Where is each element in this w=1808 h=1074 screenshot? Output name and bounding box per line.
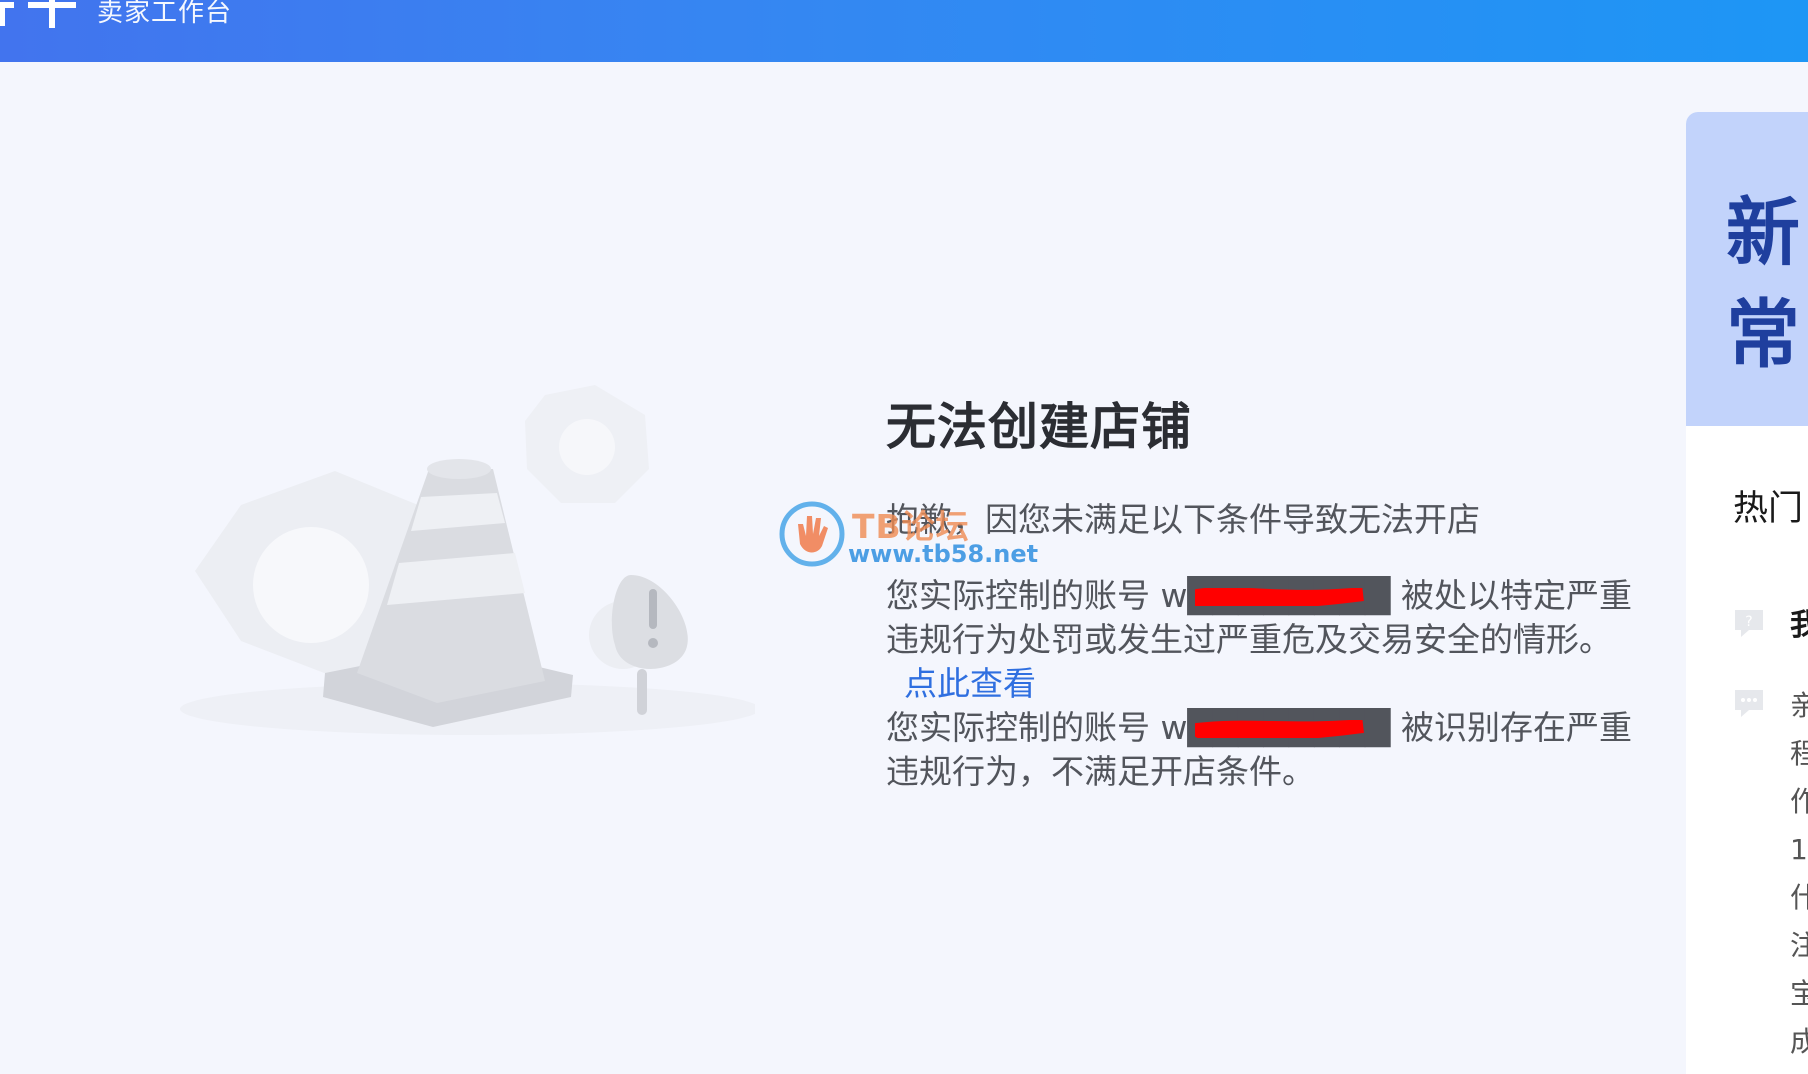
answer-line: 程 xyxy=(1790,737,1808,770)
hand-logo-icon xyxy=(779,501,845,567)
view-details-link[interactable]: 点此查看 xyxy=(904,664,1036,703)
create-shop-error: 无法创建店铺 抱歉，因您未满足以下条件导致无法开店 您实际控制的账号 w████… xyxy=(886,390,1646,794)
page-title: 无法创建店铺 xyxy=(886,398,1192,456)
right-side-panel: 新 常 热门 ? 我 亲 程 作 1 什 注 宝 成 xyxy=(1686,112,1808,1074)
redaction-scribble-icon xyxy=(1195,720,1365,738)
traffic-cone-illustration-icon xyxy=(180,385,755,735)
svg-text:?: ? xyxy=(1745,614,1752,630)
answer-line: 亲 xyxy=(1790,689,1808,722)
banner-line-2: 常 xyxy=(1726,292,1800,378)
reason-item-penalty: 您实际控制的账号 w████████ 被处以特定严重违规行为处罚或发生过严重危及… xyxy=(886,574,1646,706)
reason2-prefix: 您实际控制的账号 w xyxy=(886,708,1188,747)
chat-icon xyxy=(1735,690,1763,717)
workbench-title: 卖家工作台 xyxy=(97,0,233,28)
qianniu-logo-icon[interactable] xyxy=(0,0,80,28)
promo-banner[interactable]: 新 常 xyxy=(1686,112,1808,426)
redacted-account-2: ████████ xyxy=(1187,708,1391,747)
watermark-url: www.tb58.net xyxy=(848,540,1039,568)
answer-line: 1 xyxy=(1790,833,1808,866)
reason1-prefix: 您实际控制的账号 w xyxy=(886,576,1188,615)
answer-line: 什 xyxy=(1790,881,1808,914)
answer-line: 作 xyxy=(1790,785,1808,818)
answer-line: 成 xyxy=(1790,1025,1808,1058)
answer-line: 宝 xyxy=(1790,977,1808,1010)
reason-list: 您实际控制的账号 w████████ 被处以特定严重违规行为处罚或发生过严重危及… xyxy=(886,574,1646,794)
reason-item-violation: 您实际控制的账号 w████████ 被识别存在严重违规行为，不满足开店条件。 xyxy=(886,706,1646,794)
question-icon: ? xyxy=(1735,610,1763,637)
banner-text: 新 常 xyxy=(1726,182,1800,386)
question-text[interactable]: 我 xyxy=(1790,600,1808,644)
hot-questions-title: 热门 xyxy=(1733,489,1804,529)
redaction-scribble-icon xyxy=(1195,588,1365,606)
answer-text: 亲 程 作 1 什 注 宝 成 xyxy=(1790,682,1808,1066)
redacted-account-1: ████████ xyxy=(1187,576,1391,615)
answer-line: 注 xyxy=(1790,929,1808,962)
banner-line-1: 新 xyxy=(1726,190,1800,276)
top-header-bar: 卖家工作台 xyxy=(0,0,1808,62)
forum-watermark: TB论坛 www.tb58.net xyxy=(778,500,1048,572)
